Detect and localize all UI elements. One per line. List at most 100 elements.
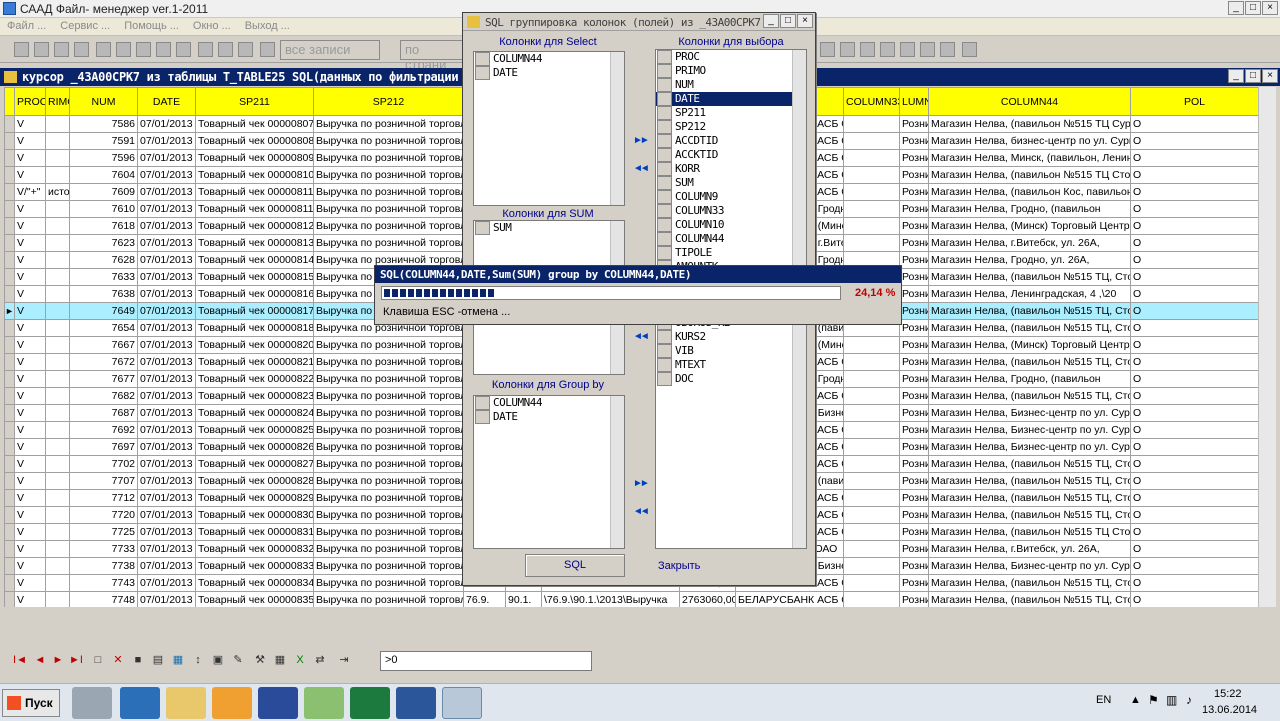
table-cell[interactable]: 07/01/2013 — [137, 251, 196, 269]
checkbox-icon[interactable] — [657, 134, 672, 148]
column-header[interactable]: NUM — [69, 87, 138, 116]
taskbar-app-bird[interactable] — [212, 687, 252, 719]
table-cell[interactable]: Магазин Нелва, (павильон №515 ТЦ Сто — [928, 166, 1131, 184]
table-cell[interactable] — [843, 115, 900, 133]
table-cell[interactable]: 7609 — [69, 183, 138, 201]
list-item[interactable]: PRIMO — [656, 64, 806, 78]
row-indicator[interactable] — [4, 472, 15, 490]
table-cell[interactable]: Розни — [899, 251, 929, 269]
checkbox-icon[interactable] — [657, 92, 672, 106]
move-left-groupby-icon[interactable]: ◄◄ — [633, 506, 650, 517]
table-cell[interactable] — [45, 404, 70, 422]
table-cell[interactable]: 7682 — [69, 387, 138, 405]
table-cell[interactable]: Товарный чек 00000829 — [195, 489, 314, 507]
table-cell[interactable]: V — [14, 506, 46, 524]
table-cell[interactable]: Выручка по розничной торговле — [313, 438, 464, 456]
table-cell[interactable]: 07/01/2013 — [137, 200, 196, 218]
list-item[interactable]: NUM — [656, 78, 806, 92]
transfer-icon[interactable]: ⇄ — [312, 652, 328, 668]
maximize-button[interactable]: □ — [1245, 1, 1261, 15]
table-cell[interactable]: 7638 — [69, 285, 138, 303]
table-cell[interactable]: О — [1130, 200, 1258, 218]
next-record-icon[interactable]: ► — [50, 652, 66, 668]
table-cell[interactable]: О — [1130, 302, 1258, 320]
table-cell[interactable]: V — [14, 387, 46, 405]
table-cell[interactable]: 7697 — [69, 438, 138, 456]
list-item[interactable]: DATE — [656, 92, 806, 106]
table-cell[interactable]: 07/01/2013 — [137, 115, 196, 133]
table-cell[interactable]: Выручка по розничной торговле — [313, 540, 464, 558]
table-cell[interactable]: Магазин Нелва, (павильон №515 ТЦ, Стол — [928, 472, 1131, 490]
columns-icon[interactable] — [962, 42, 977, 57]
table-cell[interactable] — [45, 251, 70, 269]
row-indicator[interactable] — [4, 353, 15, 371]
table-cell[interactable]: 07/01/2013 — [137, 438, 196, 456]
row-indicator[interactable] — [4, 523, 15, 541]
column-header[interactable]: SP212 — [313, 87, 464, 116]
table-cell[interactable]: V — [14, 455, 46, 473]
table-cell[interactable]: О — [1130, 115, 1258, 133]
table-cell[interactable]: Выручка по розничной торговле — [313, 574, 464, 592]
table-cell[interactable] — [843, 438, 900, 456]
table-cell[interactable]: 07/01/2013 — [137, 183, 196, 201]
checkbox-icon[interactable] — [657, 358, 672, 372]
table-cell[interactable]: Розни — [899, 302, 929, 320]
checkbox-icon[interactable] — [475, 66, 490, 80]
table-cell[interactable]: Розни — [899, 540, 929, 558]
list-item[interactable]: ACCKTID — [656, 148, 806, 162]
table-cell[interactable] — [45, 285, 70, 303]
wand-icon[interactable]: ⚒ — [252, 652, 268, 668]
table-cell[interactable]: V — [14, 115, 46, 133]
taskbar-app-powershell[interactable] — [120, 687, 160, 719]
table-cell[interactable]: Розни — [899, 574, 929, 592]
table-cell[interactable]: 7649 — [69, 302, 138, 320]
table-cell[interactable]: Магазин Нелва, (павильон №515 ТЦ, Стол — [928, 319, 1131, 337]
column-header[interactable]: RIMO — [45, 87, 70, 116]
checkbox-icon[interactable] — [657, 176, 672, 190]
select-scrollbar[interactable] — [610, 52, 624, 205]
table-cell[interactable] — [843, 387, 900, 405]
table-cell[interactable]: Магазин Нелва, Бизнес-центр по ул. Сурга — [928, 557, 1131, 575]
row-indicator[interactable] — [4, 319, 15, 337]
checkbox-icon[interactable] — [657, 344, 672, 358]
table-cell[interactable]: \76.9.\90.1.\2013\Выручка — [541, 591, 680, 607]
list-item[interactable]: SUM — [656, 176, 806, 190]
table-cell[interactable]: V — [14, 353, 46, 371]
table-cell[interactable]: V — [14, 285, 46, 303]
table-cell[interactable]: Выручка по розничной торговле — [313, 183, 464, 201]
list-item[interactable]: SP212 — [656, 120, 806, 134]
column-header[interactable]: POL — [1130, 87, 1258, 116]
excel-export-icon[interactable]: X — [292, 652, 308, 668]
menu-window[interactable]: Окно ... — [186, 18, 238, 35]
table-cell[interactable]: Выручка по розничной торговле — [313, 336, 464, 354]
sql-button[interactable]: SQL — [525, 554, 625, 577]
taskbar-app-word[interactable] — [396, 687, 436, 719]
table-cell[interactable]: 07/01/2013 — [137, 591, 196, 607]
pages-select[interactable]: по страни — [400, 40, 464, 72]
table-cell[interactable]: Магазин Нелва, г.Витебск, ул. 26А, — [928, 540, 1131, 558]
groupby-scrollbar[interactable] — [610, 396, 624, 548]
table-cell[interactable]: Розни — [899, 455, 929, 473]
table-cell[interactable] — [45, 166, 70, 184]
table-cell[interactable]: V — [14, 251, 46, 269]
table-cell[interactable] — [45, 506, 70, 524]
table-cell[interactable]: Магазин Нелва, (павильон Кос, павильон — [928, 183, 1131, 201]
table-cell[interactable]: Розни — [899, 166, 929, 184]
list-item[interactable]: COLUMN44 — [474, 52, 624, 66]
table-cell[interactable] — [45, 234, 70, 252]
table-cell[interactable]: Розни — [899, 557, 929, 575]
table-row[interactable]: V 7748 07/01/2013 Товарный чек 00000835 Выру… — [4, 591, 1258, 607]
table-cell[interactable]: V — [14, 217, 46, 235]
table-cell[interactable]: Розни — [899, 183, 929, 201]
justify-icon[interactable] — [880, 42, 895, 57]
table-cell[interactable]: Выручка по розничной торговле — [313, 557, 464, 575]
column-header[interactable]: PROC — [14, 87, 46, 116]
list-item[interactable]: TIPOLE — [656, 246, 806, 260]
table-cell[interactable]: Товарный чек 00000824 — [195, 404, 314, 422]
list-item[interactable]: COLUMN44 — [656, 232, 806, 246]
table-cell[interactable] — [45, 319, 70, 337]
table-cell[interactable]: Выручка по розничной торговле — [313, 591, 464, 607]
table-cell[interactable]: Магазин Нелва, Гродно, (павильон — [928, 370, 1131, 388]
table-cell[interactable]: О — [1130, 574, 1258, 592]
table-cell[interactable]: 7586 — [69, 115, 138, 133]
